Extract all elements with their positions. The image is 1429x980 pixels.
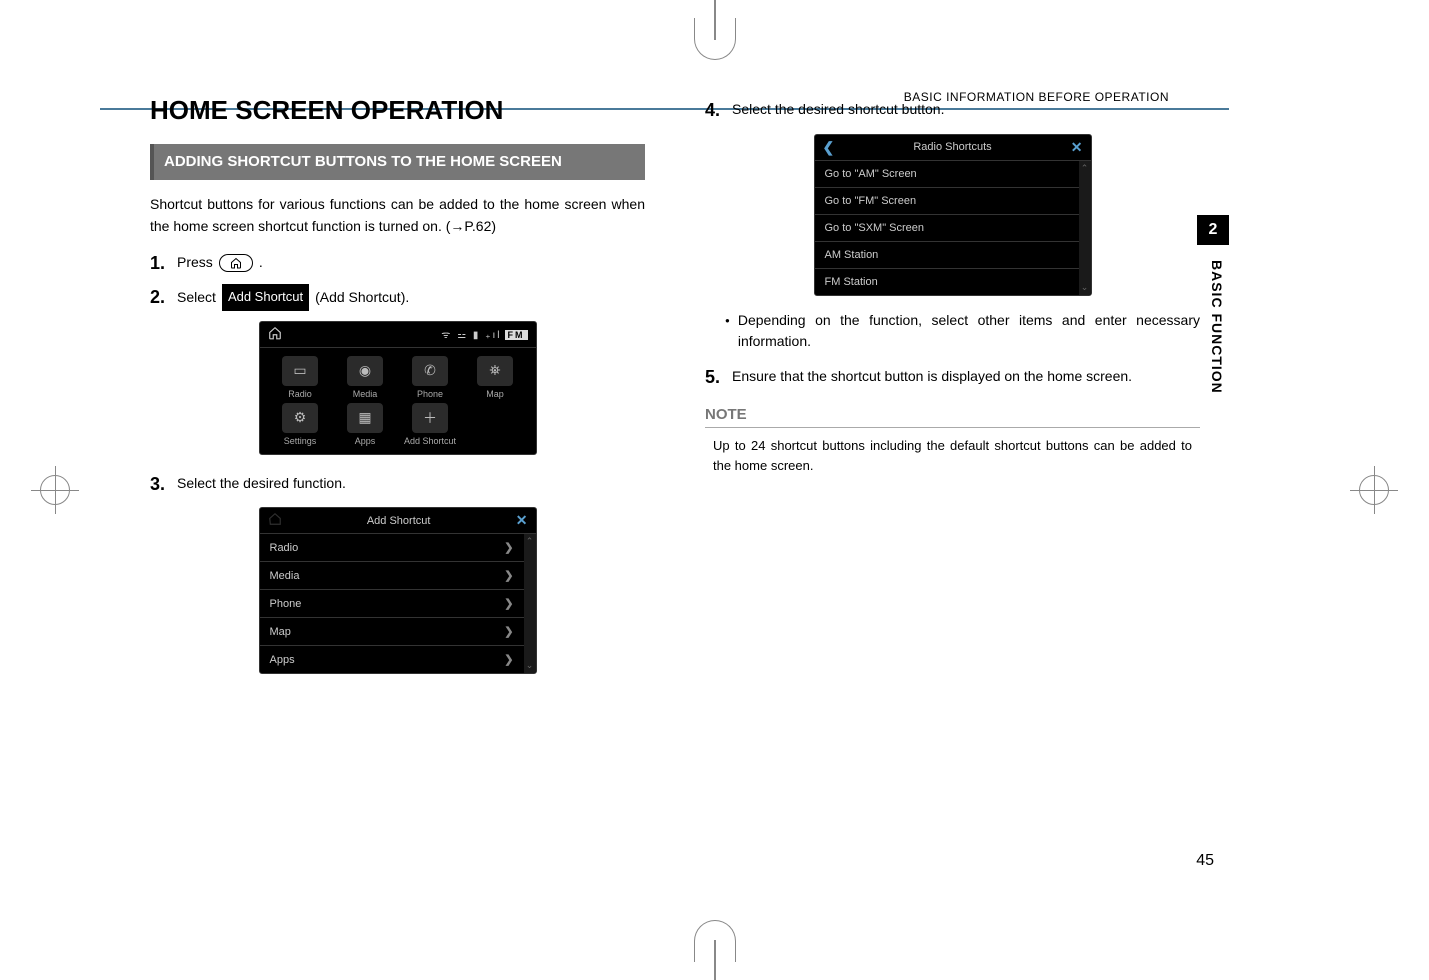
step-number: 1. (150, 248, 165, 279)
chevron-right-icon: ❯ (504, 625, 513, 638)
apps-icon: ▦ (347, 403, 383, 433)
step-number: 2. (150, 282, 165, 313)
step-number: 5. (705, 362, 720, 393)
close-icon: ✕ (1071, 139, 1083, 156)
plus-icon: ＋ (412, 403, 448, 433)
gear-icon: ⚙ (282, 403, 318, 433)
list-item: Media❯ (260, 562, 524, 590)
app-tile-settings: ⚙Settings (270, 403, 331, 446)
step-text: Press (177, 251, 213, 275)
media-icon: ◉ (347, 356, 383, 386)
scrollbar: ⌃⌄ (1079, 161, 1091, 295)
chevron-right-icon: ❯ (504, 597, 513, 610)
app-tile-map: ⛯Map (465, 356, 526, 399)
app-tile-radio: ▭Radio (270, 356, 331, 399)
left-column: HOME SCREEN OPERATION ADDING SHORTCUT BU… (150, 80, 645, 860)
back-icon: ❮ (823, 139, 835, 156)
intro-paragraph: Shortcut buttons for various functions c… (150, 194, 645, 237)
dialog-title: Radio Shortcuts (913, 141, 991, 153)
chevron-right-icon: ❯ (504, 541, 513, 554)
app-tile-media: ◉Media (335, 356, 396, 399)
note-heading: NOTE (705, 406, 1200, 428)
home-screen-screenshot: ᯤ ⚍ ▮ ₊ılFM ▭Radio ◉Media ✆Phone ⛯Map ⚙S… (259, 321, 537, 455)
phone-icon: ✆ (412, 356, 448, 386)
step-4-bullet: Depending on the function, select other … (725, 310, 1200, 352)
list-item: Map❯ (260, 618, 524, 646)
close-icon: ✕ (516, 512, 528, 529)
home-icon-dim (268, 512, 282, 529)
scrollbar: ⌃⌄ (524, 534, 536, 673)
step-2: 2. Select Add Shortcut (Add Shortcut). (150, 282, 645, 313)
step-number: 4. (705, 95, 720, 126)
right-column: 4. Select the desired shortcut button. ❮… (705, 80, 1200, 860)
step-1: 1. Press . (150, 248, 645, 279)
app-tile-add-shortcut: ＋Add Shortcut (400, 403, 461, 446)
home-button-icon (219, 254, 253, 272)
chapter-label: BASIC FUNCTION (1209, 260, 1225, 394)
app-tile-phone: ✆Phone (400, 356, 461, 399)
step-text: Select the desired shortcut button. (732, 98, 944, 122)
step-5: 5. Ensure that the shortcut button is di… (705, 362, 1200, 393)
status-icons: ᯤ ⚍ ▮ ₊ılFM (441, 327, 527, 341)
add-shortcut-screenshot: Add Shortcut ✕ Radio❯ Media❯ Phone❯ Map❯… (259, 507, 537, 674)
step-text: Select (177, 286, 216, 310)
crop-mark (694, 18, 736, 60)
step-number: 3. (150, 469, 165, 500)
app-tile-apps: ▦Apps (335, 403, 396, 446)
step-text: Ensure that the shortcut button is displ… (732, 365, 1200, 389)
chevron-right-icon: ❯ (504, 653, 513, 666)
list-item: Go to "FM" Screen (815, 188, 1079, 215)
list-item: Radio❯ (260, 534, 524, 562)
step-4: 4. Select the desired shortcut button. (705, 95, 1200, 126)
chevron-up-icon: ⌃ (1081, 163, 1089, 174)
home-icon (268, 326, 282, 343)
add-shortcut-label: Add Shortcut (222, 284, 309, 310)
radio-icon: ▭ (282, 356, 318, 386)
step-3: 3. Select the desired function. (150, 469, 645, 500)
radio-shortcuts-screenshot: ❮ Radio Shortcuts ✕ Go to "AM" Screen Go… (814, 134, 1092, 296)
page-title: HOME SCREEN OPERATION (150, 95, 645, 126)
list-item: Phone❯ (260, 590, 524, 618)
list-item: Go to "AM" Screen (815, 161, 1079, 188)
chapter-tab: 2 (1197, 215, 1229, 245)
list-item: FM Station (815, 269, 1079, 295)
note-body: Up to 24 shortcut buttons including the … (705, 436, 1200, 475)
section-heading: ADDING SHORTCUT BUTTONS TO THE HOME SCRE… (150, 144, 645, 180)
list-item: Apps❯ (260, 646, 524, 673)
crop-mark (694, 920, 736, 962)
map-icon: ⛯ (477, 356, 513, 386)
crop-mark (1359, 475, 1389, 505)
chevron-down-icon: ⌄ (526, 660, 534, 671)
step-text: Select the desired function. (177, 472, 346, 496)
chevron-right-icon: ❯ (504, 569, 513, 582)
step-text: (Add Shortcut). (315, 286, 409, 310)
list-item: AM Station (815, 242, 1079, 269)
dialog-title: Add Shortcut (367, 515, 431, 527)
period: . (259, 251, 263, 275)
chevron-down-icon: ⌄ (1081, 282, 1089, 293)
list-item: Go to "SXM" Screen (815, 215, 1079, 242)
crop-mark (40, 475, 70, 505)
page-number: 45 (1196, 852, 1214, 870)
chevron-up-icon: ⌃ (526, 536, 534, 547)
